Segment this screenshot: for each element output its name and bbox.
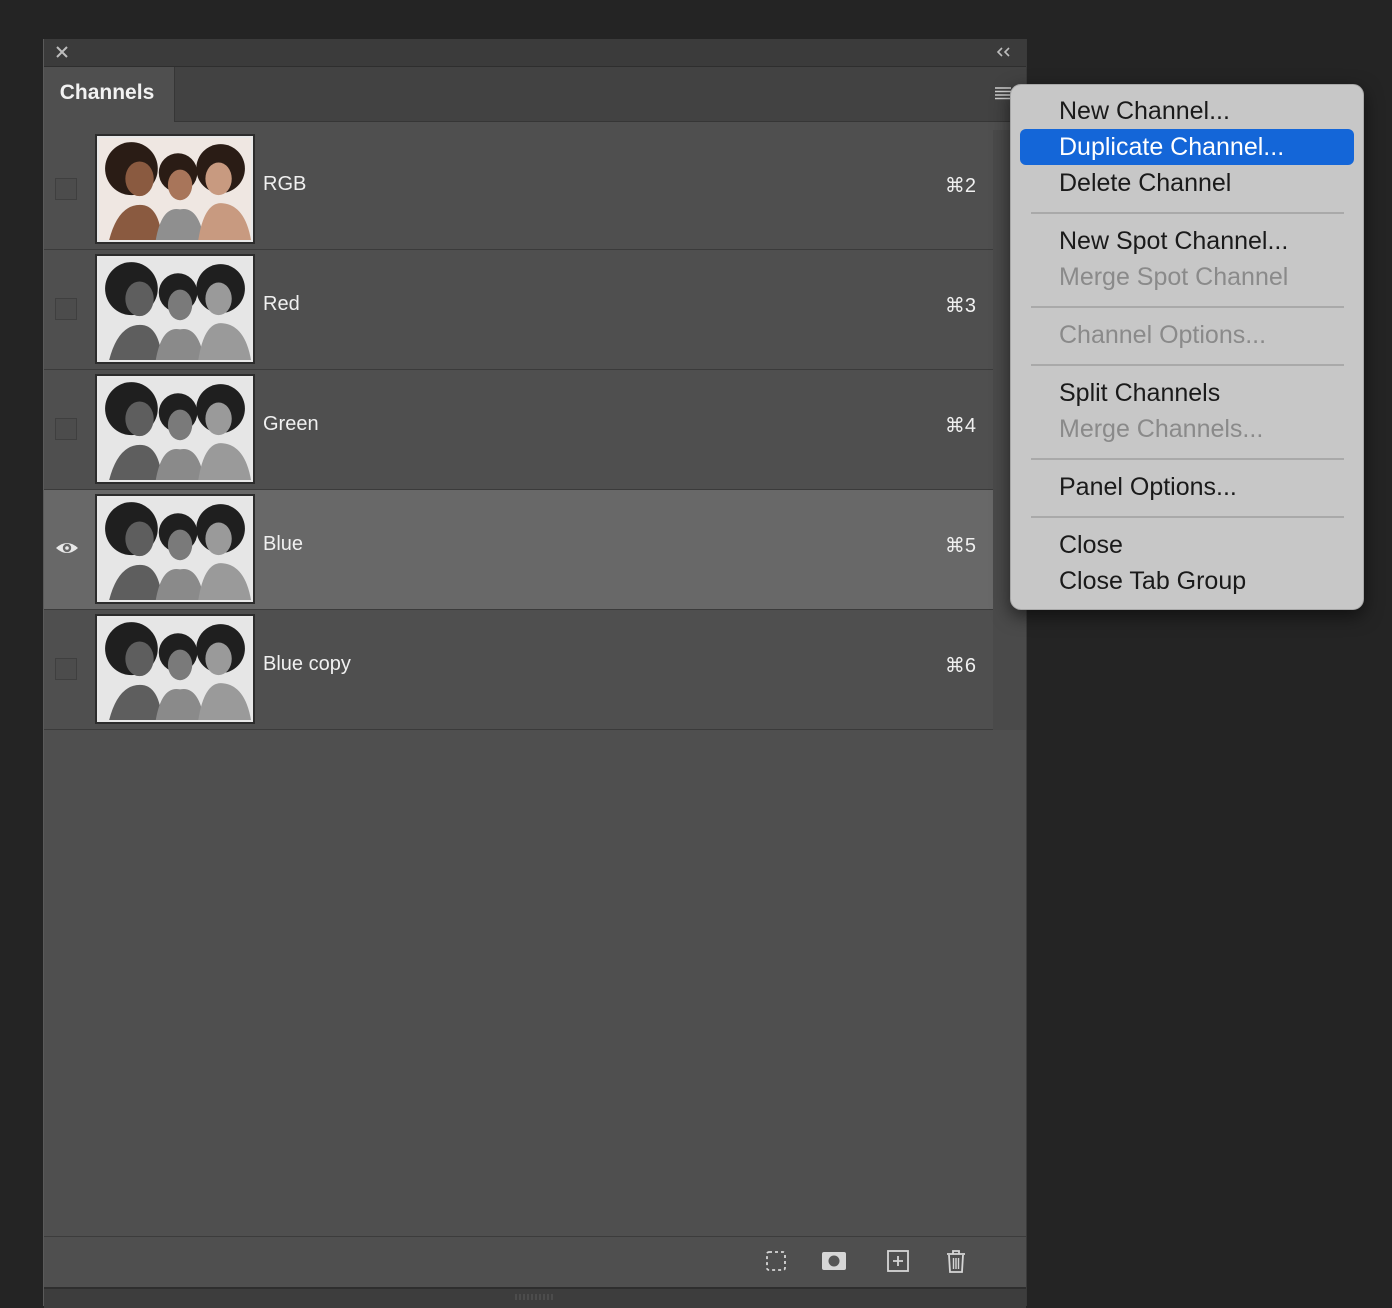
channel-thumbnail-image <box>99 378 251 480</box>
save-selection-icon[interactable] <box>821 1248 847 1274</box>
channel-shortcut: ⌘2 <box>944 175 976 197</box>
menu-separator <box>1031 364 1344 366</box>
channel-shortcut: ⌘5 <box>944 535 976 557</box>
resize-strip[interactable] <box>44 1287 1026 1308</box>
channel-thumbnail <box>95 614 255 724</box>
channel-thumbnail-image <box>99 258 251 360</box>
channel-shortcut: ⌘4 <box>944 415 976 437</box>
channel-thumbnail <box>95 494 255 604</box>
menu-separator <box>1031 516 1344 518</box>
channel-name: Blue <box>263 533 304 555</box>
channel-shortcut: ⌘6 <box>944 655 976 677</box>
tab-channels[interactable]: Channels <box>44 67 175 122</box>
channel-name: Red <box>263 293 300 315</box>
new-channel-icon[interactable] <box>885 1248 911 1274</box>
menu-separator <box>1031 212 1344 214</box>
channel-thumbnail <box>95 374 255 484</box>
channel-name: Green <box>263 413 319 435</box>
channel-row-green[interactable]: Green ⌘4 <box>44 370 993 490</box>
menu-item-close-tab-group[interactable]: Close Tab Group <box>1020 563 1354 599</box>
panel-title-bar <box>44 39 1026 67</box>
close-icon[interactable] <box>53 43 71 61</box>
channel-thumbnail <box>95 134 255 244</box>
menu-item-close[interactable]: Close <box>1020 527 1354 563</box>
channel-row-rgb[interactable]: RGB ⌘2 <box>44 130 993 250</box>
channel-thumbnail-image <box>99 138 251 240</box>
menu-item-merge-channels: Merge Channels... <box>1059 415 1264 443</box>
menu-item-new-spot-channel[interactable]: New Spot Channel... <box>1020 223 1354 259</box>
menu-item-panel-options[interactable]: Panel Options... <box>1020 469 1354 505</box>
menu-separator <box>1031 306 1344 308</box>
menu-item-delete-channel[interactable]: Delete Channel <box>1020 165 1354 201</box>
load-selection-icon[interactable] <box>763 1248 789 1274</box>
menu-item-merge-spot-channel: Merge Spot Channel <box>1059 263 1289 291</box>
channel-list: RGB ⌘2 Red ⌘3 Green ⌘4 Blue ⌘5 Blue copy… <box>44 130 993 730</box>
delete-channel-icon[interactable] <box>943 1248 969 1274</box>
tab-bar: Channels <box>44 67 1026 122</box>
visibility-toggle[interactable] <box>55 178 77 200</box>
menu-separator <box>1031 458 1344 460</box>
channels-panel: Channels RGB ⌘2 Red ⌘3 Green ⌘4 Blue ⌘5 … <box>43 39 1027 1308</box>
channel-shortcut: ⌘3 <box>944 295 976 317</box>
eye-icon[interactable] <box>54 537 80 559</box>
channel-row-red[interactable]: Red ⌘3 <box>44 250 993 370</box>
panel-footer <box>44 1236 1026 1287</box>
menu-item-duplicate-channel[interactable]: Duplicate Channel... <box>1020 129 1354 165</box>
channel-name: Blue copy <box>263 653 351 675</box>
visibility-toggle[interactable] <box>55 658 77 680</box>
menu-item-new-channel[interactable]: New Channel... <box>1020 93 1354 129</box>
visibility-toggle[interactable] <box>55 298 77 320</box>
menu-item-split-channels[interactable]: Split Channels <box>1020 375 1354 411</box>
resize-grip-icon[interactable] <box>514 1293 554 1301</box>
channel-thumbnail <box>95 254 255 364</box>
panel-flyout-menu: New Channel... Duplicate Channel... Delete… <box>1010 84 1364 610</box>
channel-name: RGB <box>263 173 307 195</box>
menu-item-channel-options: Channel Options... <box>1059 321 1267 349</box>
channel-thumbnail-image <box>99 498 251 600</box>
channel-thumbnail-image <box>99 618 251 720</box>
collapse-icon[interactable] <box>994 44 1014 60</box>
channel-row-blue-copy[interactable]: Blue copy ⌘6 <box>44 610 993 730</box>
channel-row-blue[interactable]: Blue ⌘5 <box>44 490 993 610</box>
visibility-toggle[interactable] <box>55 418 77 440</box>
